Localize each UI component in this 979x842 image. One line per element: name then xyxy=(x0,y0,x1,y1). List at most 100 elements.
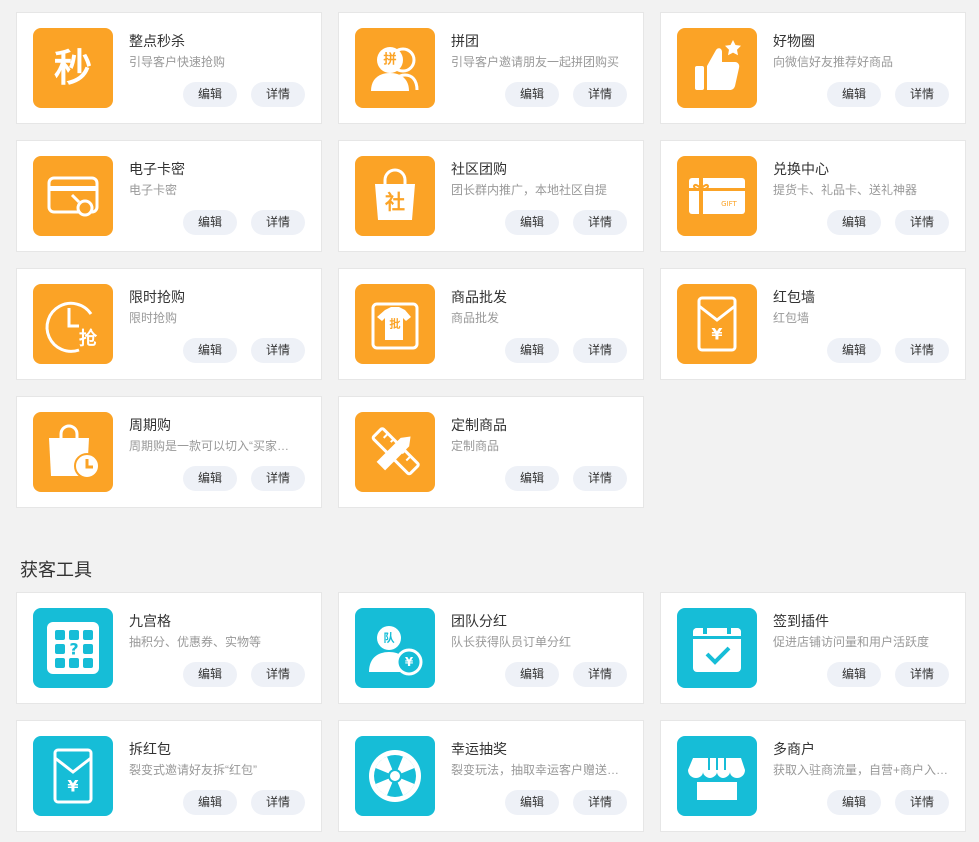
svg-text:抢: 抢 xyxy=(79,328,98,350)
tool-description: 获取入驻商流量，自营+商户入… xyxy=(773,763,949,777)
edit-button[interactable]: 编辑 xyxy=(505,790,559,815)
detail-button[interactable]: 详情 xyxy=(251,662,305,687)
tool-description: 商品批发 xyxy=(451,311,500,325)
tool-description: 红包墙 xyxy=(773,311,810,325)
tool-title: 限时抢购 xyxy=(129,289,185,305)
tool-card: 签到插件 促进店铺访问量和用户活跃度 编辑 详情 xyxy=(660,592,966,704)
svg-text:批: 批 xyxy=(390,317,401,331)
tool-card: 秒 整点秒杀 引导客户快速抢购 编辑 详情 xyxy=(16,12,322,124)
edit-button[interactable]: 编辑 xyxy=(827,82,881,107)
tool-card: ? 九宫格 抽积分、优惠券、实物等 编辑 详情 xyxy=(16,592,322,704)
storefront-icon xyxy=(677,736,757,816)
detail-button[interactable]: 详情 xyxy=(895,790,949,815)
tool-title: 幸运抽奖 xyxy=(451,741,507,757)
detail-button[interactable]: 详情 xyxy=(895,662,949,687)
tool-title: 好物圈 xyxy=(773,33,815,49)
tool-description: 限时抢购 xyxy=(129,311,178,325)
tool-title: 多商户 xyxy=(773,741,815,757)
edit-button[interactable]: 编辑 xyxy=(505,338,559,363)
tool-description: 提货卡、礼品卡、送礼神器 xyxy=(773,183,918,197)
edit-button[interactable]: 编辑 xyxy=(827,338,881,363)
edit-button[interactable]: 编辑 xyxy=(827,790,881,815)
tool-card: 周期购 周期购是一款可以切入“买家… 编辑 详情 xyxy=(16,396,322,508)
detail-button[interactable]: 详情 xyxy=(251,338,305,363)
acquisition-tools-grid: ? 九宫格 抽积分、优惠券、实物等 编辑 详情 队 ¥ 团队分红 队长获得队员订单… xyxy=(16,592,966,832)
tool-title: 社区团购 xyxy=(451,161,507,177)
detail-button[interactable]: 详情 xyxy=(573,338,627,363)
tool-card: 定制商品 定制商品 编辑 详情 xyxy=(338,396,644,508)
edit-button[interactable]: 编辑 xyxy=(183,210,237,235)
tool-description: 促进店铺访问量和用户活跃度 xyxy=(773,635,930,649)
tool-card: ¥ 拆红包 裂变式邀请好友拆“红包” 编辑 详情 xyxy=(16,720,322,832)
team-dividend-icon: 队 ¥ xyxy=(355,608,435,688)
seckill-icon: 秒 xyxy=(33,28,113,108)
edit-button[interactable]: 编辑 xyxy=(505,662,559,687)
edit-button[interactable]: 编辑 xyxy=(183,338,237,363)
tool-card: 幸运抽奖 裂变玩法，抽取幸运客户赠送… 编辑 详情 xyxy=(338,720,644,832)
svg-text:?: ? xyxy=(69,640,78,659)
tool-title: 拼团 xyxy=(451,33,479,49)
edit-button[interactable]: 编辑 xyxy=(505,466,559,491)
svg-text:队: 队 xyxy=(384,631,396,645)
detail-button[interactable]: 详情 xyxy=(573,790,627,815)
tool-description: 抽积分、优惠券、实物等 xyxy=(129,635,262,649)
tool-description: 团长群内推广，本地社区自提 xyxy=(451,183,608,197)
nine-grid-icon: ? xyxy=(33,608,113,688)
detail-button[interactable]: 详情 xyxy=(895,338,949,363)
tool-title: 整点秒杀 xyxy=(129,33,185,49)
group-buy-icon: 拼 xyxy=(355,28,435,108)
wholesale-shirt-icon: 批 xyxy=(355,284,435,364)
tool-description: 引导客户快速抢购 xyxy=(129,55,226,69)
calendar-check-icon xyxy=(677,608,757,688)
detail-button[interactable]: 详情 xyxy=(895,82,949,107)
pencil-ruler-icon xyxy=(355,412,435,492)
tool-card: 拼 拼团 引导客户邀请朋友一起拼团购买 编辑 详情 xyxy=(338,12,644,124)
marketing-tools-grid: 秒 整点秒杀 引导客户快速抢购 编辑 详情 拼 拼团 引导客户邀请朋友一起拼团购… xyxy=(16,12,966,508)
svg-text:¥: ¥ xyxy=(711,325,722,344)
detail-button[interactable]: 详情 xyxy=(251,82,305,107)
svg-text:秒: 秒 xyxy=(54,46,92,90)
open-envelope-icon: ¥ xyxy=(33,736,113,816)
tool-description: 定制商品 xyxy=(451,439,500,453)
edit-button[interactable]: 编辑 xyxy=(183,662,237,687)
tool-card: GIFT 兑换中心 提货卡、礼品卡、送礼神器 编辑 详情 xyxy=(660,140,966,252)
tool-description: 周期购是一款可以切入“买家… xyxy=(129,439,289,453)
tool-description: 裂变玩法，抽取幸运客户赠送… xyxy=(451,763,620,777)
tool-description: 裂变式邀请好友拆“红包” xyxy=(129,763,257,777)
detail-button[interactable]: 详情 xyxy=(895,210,949,235)
tool-card: 社 社区团购 团长群内推广，本地社区自提 编辑 详情 xyxy=(338,140,644,252)
edit-button[interactable]: 编辑 xyxy=(827,662,881,687)
edit-button[interactable]: 编辑 xyxy=(183,82,237,107)
detail-button[interactable]: 详情 xyxy=(573,662,627,687)
tool-title: 兑换中心 xyxy=(773,161,829,177)
svg-text:GIFT: GIFT xyxy=(721,200,737,208)
edit-button[interactable]: 编辑 xyxy=(183,466,237,491)
detail-button[interactable]: 详情 xyxy=(573,210,627,235)
detail-button[interactable]: 详情 xyxy=(573,82,627,107)
tool-description: 队长获得队员订单分红 xyxy=(451,635,572,649)
detail-button[interactable]: 详情 xyxy=(251,790,305,815)
tool-title: 红包墙 xyxy=(773,289,815,305)
edit-button[interactable]: 编辑 xyxy=(505,82,559,107)
tool-description: 引导客户邀请朋友一起拼团购买 xyxy=(451,55,620,69)
tool-description: 电子卡密 xyxy=(129,183,178,197)
red-envelope-icon: ¥ xyxy=(677,284,757,364)
edit-button[interactable]: 编辑 xyxy=(183,790,237,815)
detail-button[interactable]: 详情 xyxy=(573,466,627,491)
edit-button[interactable]: 编辑 xyxy=(827,210,881,235)
tool-card: 队 ¥ 团队分红 队长获得队员订单分红 编辑 详情 xyxy=(338,592,644,704)
tool-description: 向微信好友推荐好商品 xyxy=(773,55,894,69)
detail-button[interactable]: 详情 xyxy=(251,210,305,235)
tool-title: 商品批发 xyxy=(451,289,507,305)
tool-title: 电子卡密 xyxy=(129,161,185,177)
detail-button[interactable]: 详情 xyxy=(251,466,305,491)
svg-text:¥: ¥ xyxy=(67,777,78,796)
lucky-wheel-icon xyxy=(355,736,435,816)
tool-title: 九宫格 xyxy=(129,613,171,629)
thumbs-up-star-icon xyxy=(677,28,757,108)
community-bag-icon: 社 xyxy=(355,156,435,236)
acquisition-section-title: 获客工具 xyxy=(20,560,92,580)
tool-title: 团队分红 xyxy=(451,613,507,629)
edit-button[interactable]: 编辑 xyxy=(505,210,559,235)
tool-title: 拆红包 xyxy=(129,741,171,757)
